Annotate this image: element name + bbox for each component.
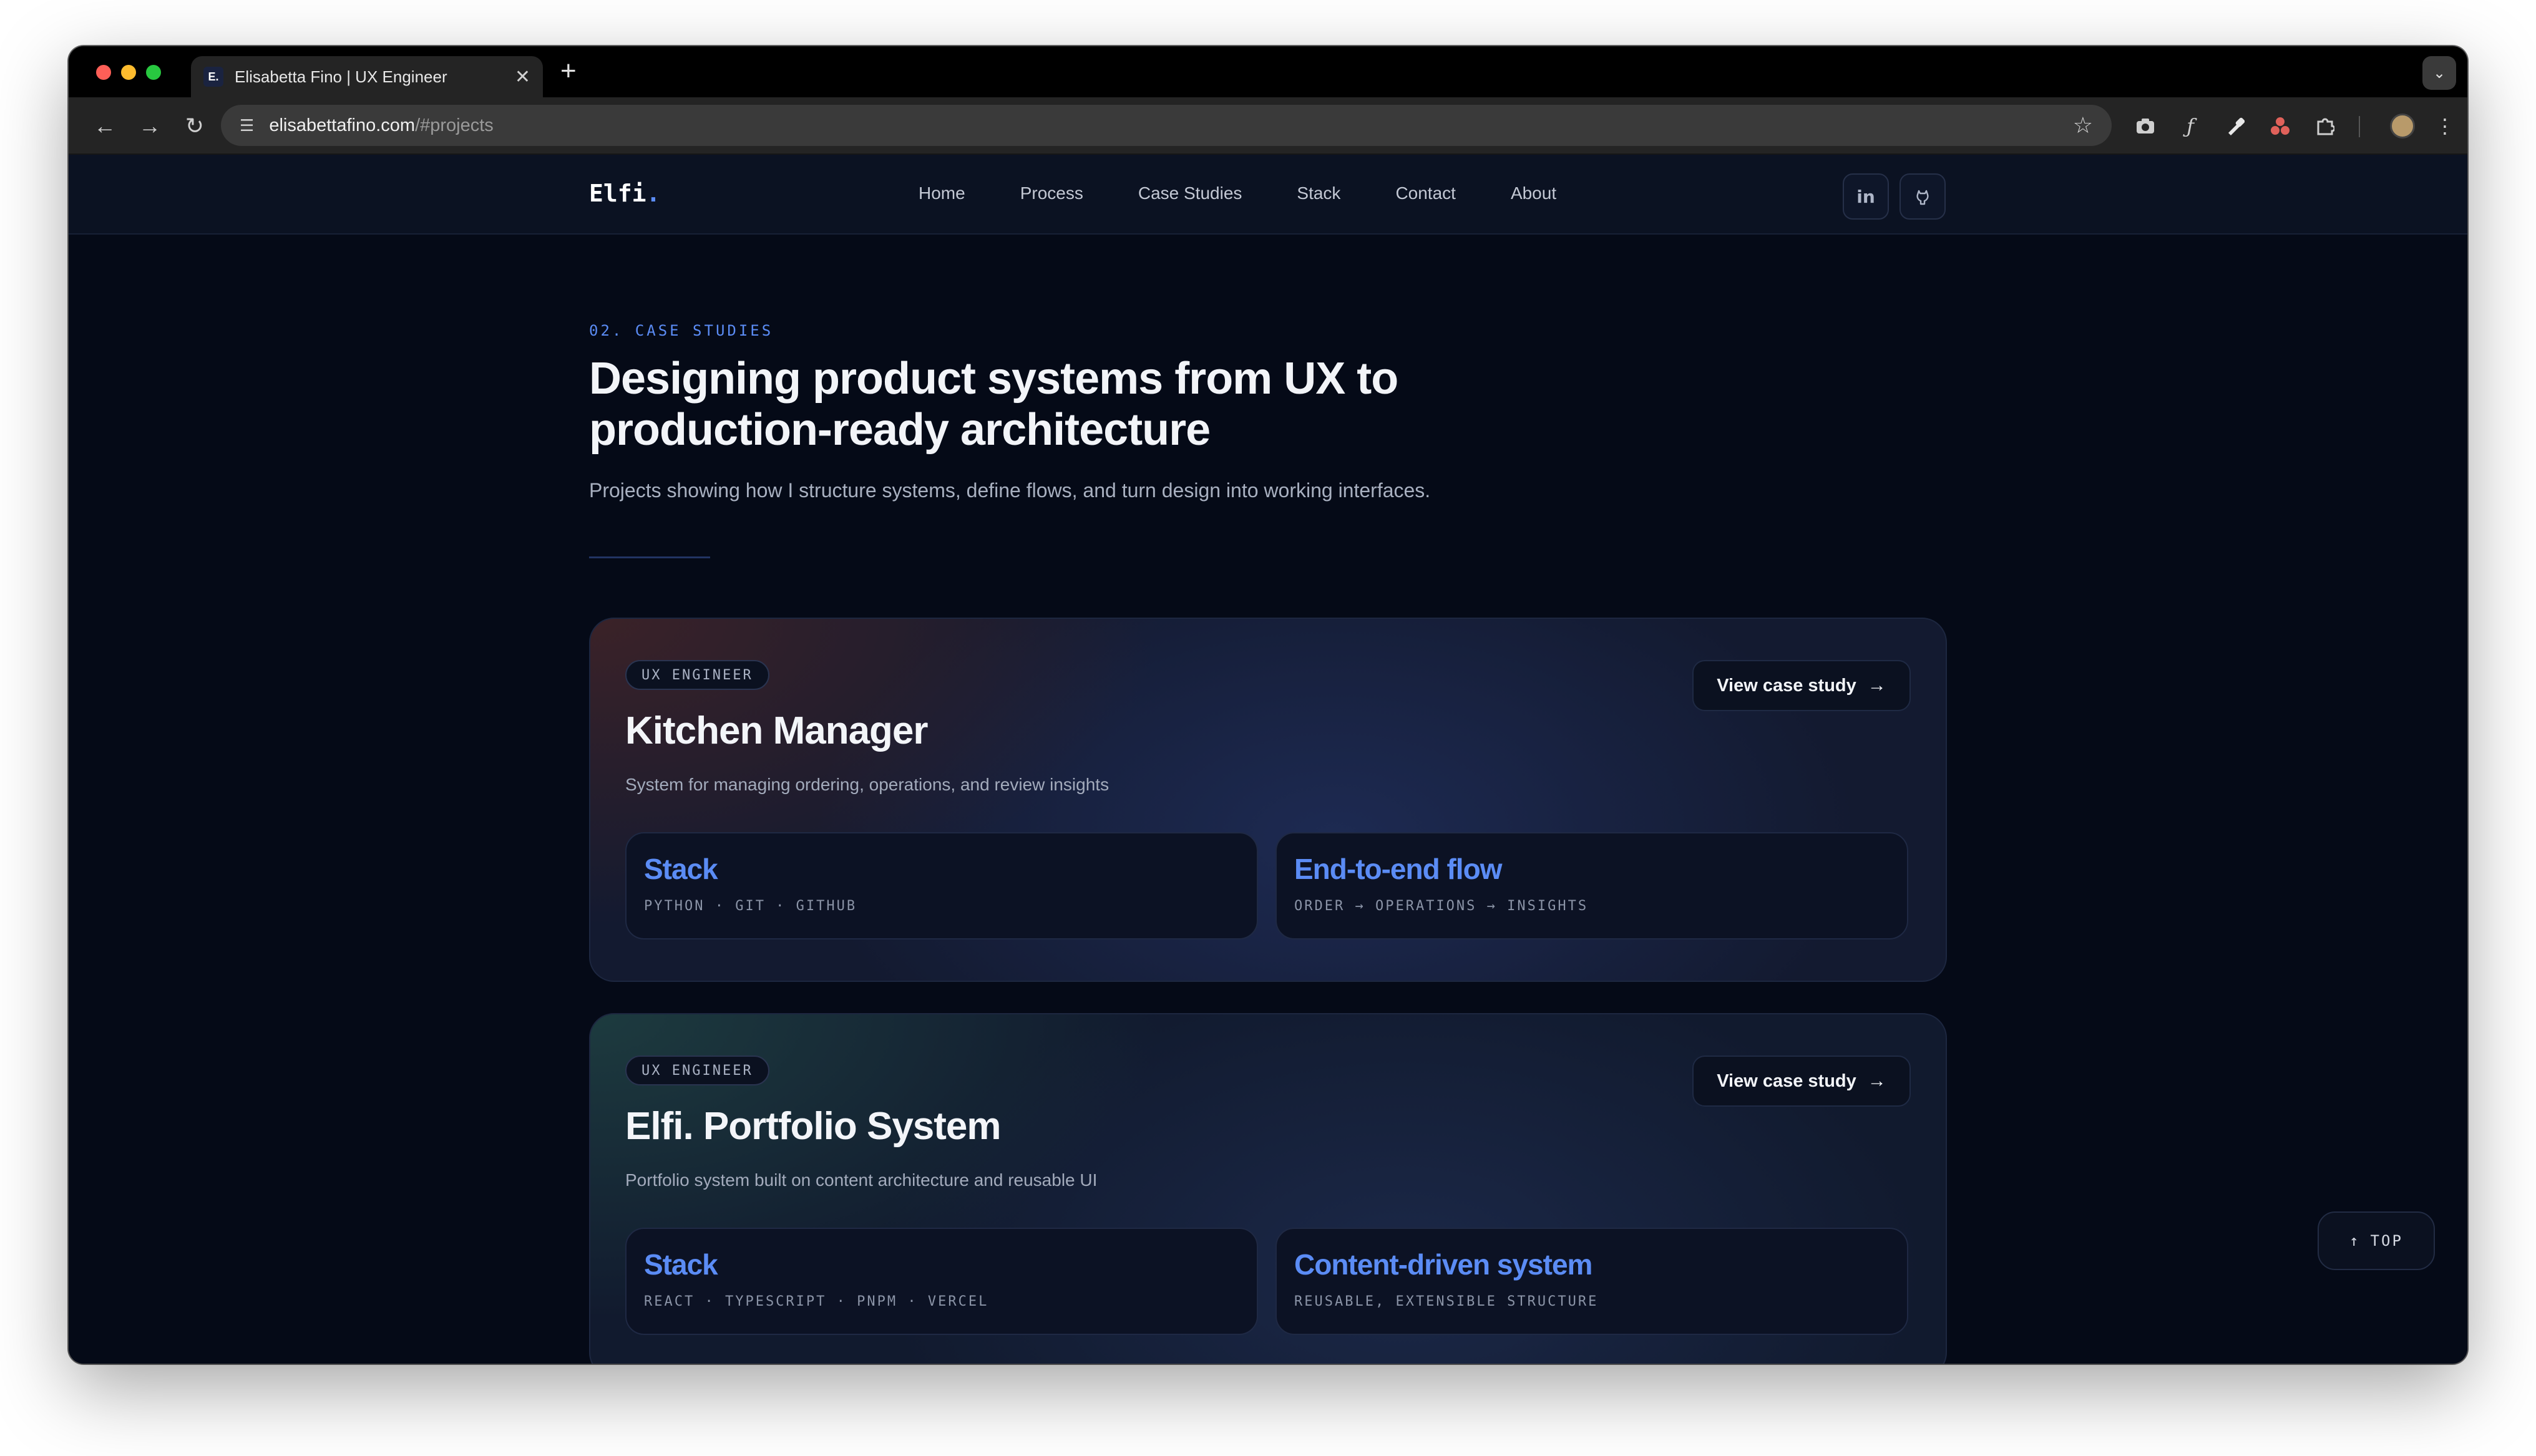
extensions-puzzle-icon[interactable] (2311, 112, 2339, 140)
site-navigation: Home Process Case Studies Stack Contact … (919, 183, 1611, 203)
nav-link-about[interactable]: About (1511, 183, 1556, 203)
site-viewport: Elfi. Home Process Case Studies Stack Co… (69, 155, 2467, 1364)
nav-link-contact[interactable]: Contact (1395, 183, 1456, 203)
nav-link-stack[interactable]: Stack (1297, 183, 1340, 203)
forward-button[interactable]: → (135, 111, 165, 141)
arrow-up-icon: ↑ (2349, 1232, 2361, 1250)
browser-menu-icon[interactable]: ⋮ (2431, 112, 2459, 140)
view-case-study-button[interactable]: View case study → (1692, 660, 1911, 711)
maximize-window-button[interactable] (146, 65, 161, 80)
arrow-right-icon: → (1867, 1070, 1886, 1091)
address-bar[interactable]: ☰ elisabettafino.com /#projects ☆ (221, 105, 2112, 146)
project-tile-content-system: Content-driven system REUSABLE, EXTENSIB… (1275, 1228, 1908, 1335)
nav-link-case-studies[interactable]: Case Studies (1138, 183, 1242, 203)
arrow-right-icon: → (1867, 675, 1886, 696)
project-description: System for managing ordering, operations… (625, 775, 1110, 794)
toolbar-divider (2359, 116, 2360, 137)
section-eyebrow: 02. CASE STUDIES (589, 322, 774, 339)
font-extension-icon[interactable]: ƒ (2177, 112, 2204, 140)
tile-title: End-to-end flow (1294, 853, 1502, 885)
project-title: Elfi. Portfolio System (625, 1105, 1002, 1148)
url-host: elisabettafino.com (269, 115, 416, 135)
project-description: Portfolio system built on content archit… (625, 1170, 1098, 1190)
project-card-kitchen-manager: UX ENGINEER Kitchen Manager System for m… (589, 618, 1947, 982)
tab-title: Elisabetta Fino | UX Engineer (235, 67, 447, 86)
project-tile-stack: Stack REACT · TYPESCRIPT · PNPM · VERCEL (625, 1228, 1258, 1335)
nav-link-home[interactable]: Home (919, 183, 965, 203)
profile-avatar[interactable] (2390, 114, 2415, 138)
section-intro: Projects showing how I structure systems… (589, 479, 1431, 502)
back-button[interactable]: ← (90, 111, 120, 141)
tile-subtitle: REACT · TYPESCRIPT · PNPM · VERCEL (644, 1294, 989, 1309)
project-card-portfolio-system: UX ENGINEER Elfi. Portfolio System Portf… (589, 1013, 1947, 1364)
tile-title: Stack (644, 853, 718, 885)
scroll-to-top-button[interactable]: ↑ TOP (2318, 1211, 2435, 1270)
tab-bar: E. Elisabetta Fino | UX Engineer ✕ + ⌄ (69, 46, 2467, 97)
tile-subtitle: REUSABLE, EXTENSIBLE STRUCTURE (1294, 1294, 1599, 1309)
project-tile-flow: End-to-end flow ORDER → OPERATIONS → INS… (1275, 832, 1908, 939)
camera-extension-icon[interactable] (2132, 112, 2159, 140)
reload-button[interactable]: ↻ (180, 111, 210, 141)
site-logo[interactable]: Elfi. (589, 180, 660, 207)
tile-title: Stack (644, 1248, 718, 1281)
browser-toolbar: ← → ↻ ☰ elisabettafino.com /#projects ☆ … (69, 97, 2467, 155)
linkedin-icon[interactable]: in (1843, 173, 1889, 220)
minimize-window-button[interactable] (121, 65, 136, 80)
browser-window: E. Elisabetta Fino | UX Engineer ✕ + ⌄ ←… (69, 46, 2467, 1364)
tile-subtitle: PYTHON · GIT · GITHUB (644, 898, 857, 914)
view-case-study-button[interactable]: View case study → (1692, 1056, 1911, 1107)
eyedropper-extension-icon[interactable] (2221, 112, 2249, 140)
section-headline: Designing product systems from UX to pro… (589, 354, 1398, 455)
bookmark-star-icon[interactable]: ☆ (2073, 112, 2093, 138)
url-path: /#projects (415, 115, 494, 135)
nav-link-process[interactable]: Process (1020, 183, 1083, 203)
close-window-button[interactable] (96, 65, 111, 80)
tile-title: Content-driven system (1294, 1248, 1592, 1281)
github-icon[interactable] (1900, 173, 1946, 220)
new-tab-button[interactable]: + (560, 57, 577, 85)
site-settings-icon[interactable]: ☰ (240, 116, 254, 135)
role-badge: UX ENGINEER (625, 660, 769, 690)
site-header: Elfi. Home Process Case Studies Stack Co… (69, 155, 2467, 235)
project-tile-stack: Stack PYTHON · GIT · GITHUB (625, 832, 1258, 939)
project-title: Kitchen Manager (625, 709, 929, 752)
active-tab[interactable]: E. Elisabetta Fino | UX Engineer ✕ (191, 56, 543, 97)
scroll-top-label: TOP (2370, 1232, 2403, 1250)
role-badge: UX ENGINEER (625, 1056, 769, 1085)
section-divider (589, 556, 710, 558)
tab-close-icon[interactable]: ✕ (515, 66, 530, 88)
tab-search-button[interactable]: ⌄ (2422, 56, 2456, 90)
dots-extension-icon[interactable] (2266, 112, 2294, 140)
favicon-icon: E. (203, 67, 223, 87)
tile-subtitle: ORDER → OPERATIONS → INSIGHTS (1294, 898, 1589, 914)
